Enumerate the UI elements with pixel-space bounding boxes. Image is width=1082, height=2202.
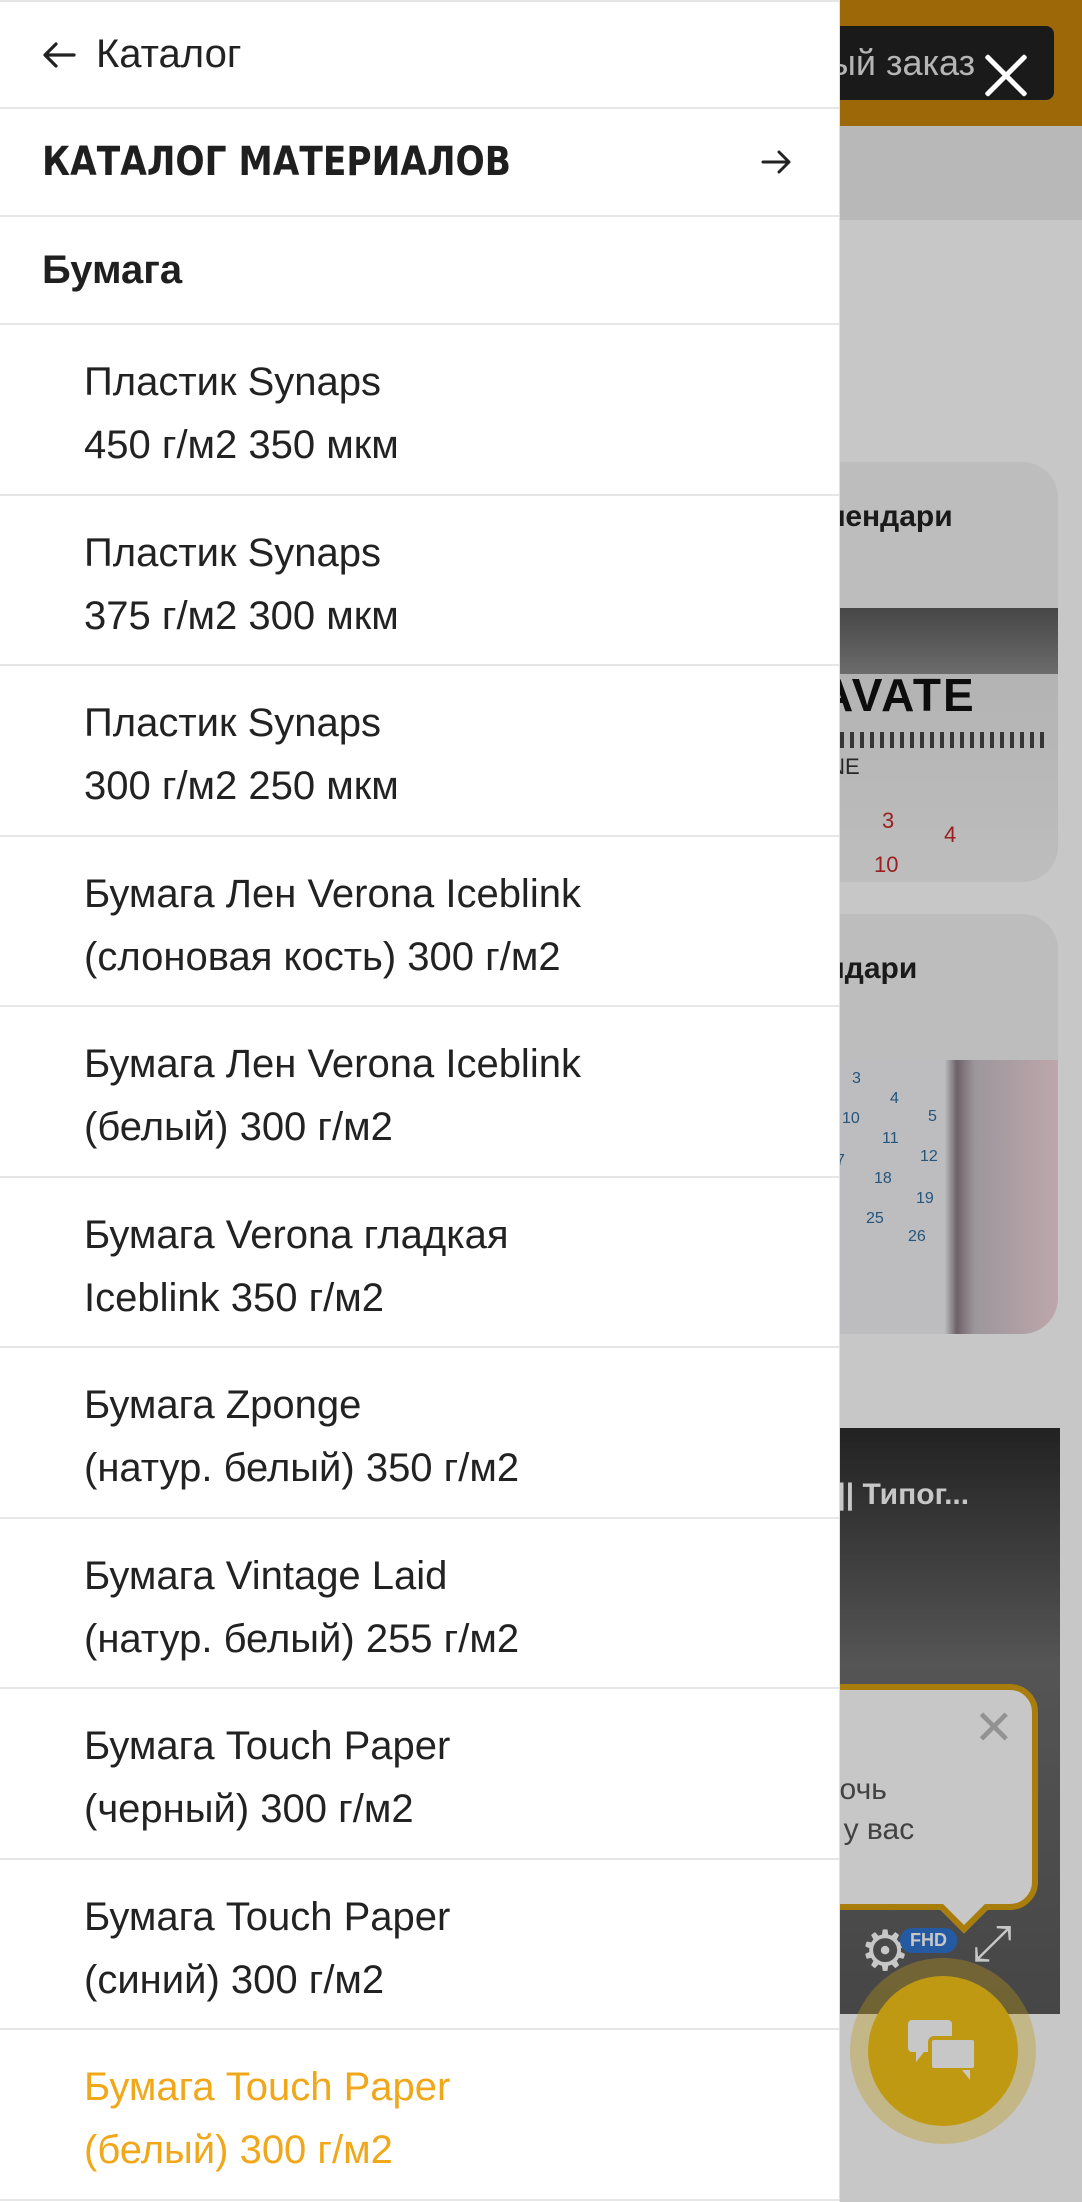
list-item-label: Бумага Zponge <box>84 1383 362 1427</box>
back-button-label: Каталог <box>96 32 242 76</box>
list-item-label: 450 г/м2 350 мкм <box>84 423 399 467</box>
list-item-label: Бумага Touch Paper <box>84 1894 451 1939</box>
list-item-label: 375 г/м2 300 мкм <box>84 593 399 638</box>
list-item[interactable]: Бумага Verona гладкая Iceblink 350 г/м2 <box>0 1178 839 1348</box>
list-item[interactable]: Пластик Synaps 450 г/м2 350 мкм <box>0 325 839 496</box>
list-item[interactable]: Бумага Touch Paper (черный) 300 г/м2 <box>0 1689 839 1860</box>
list-item-label: (черный) 300 г/м2 <box>84 1787 414 1831</box>
list-item-label: Пластик Synaps <box>84 530 382 575</box>
list-item-label: (натур. белый) 255 г/м2 <box>84 1616 520 1661</box>
list-item-label: Бумага Verona гладкая <box>84 1212 509 1257</box>
list-item[interactable]: Пластик Synaps 300 г/м2 250 мкм <box>0 666 839 837</box>
material-list: Пластик Synaps 450 г/м2 350 мкм Пластик Sy… <box>0 325 839 2201</box>
list-item-label: Бумага Touch Paper <box>84 1724 451 1768</box>
list-item[interactable]: Пластик Synaps 375 г/м2 300 мкм <box>0 496 839 666</box>
list-item-label: (натур. белый) 350 г/м2 <box>84 1446 520 1490</box>
section-paper[interactable]: Бумага <box>0 217 839 325</box>
list-item-label: Пластик Synaps <box>84 701 382 745</box>
list-item[interactable]: Бумага Touch Paper (белый) 300 г/м2 <box>0 2030 839 2201</box>
list-item-label: Бумага Лен Verona Iceblink <box>84 871 581 916</box>
arrow-right-icon <box>761 147 797 177</box>
section-title: Бумага <box>42 247 183 292</box>
list-item[interactable]: Бумага Vintage Laid (натур. белый) 255 г/… <box>0 1519 839 1689</box>
list-item-label: (белый) 300 г/м2 <box>84 1105 393 1149</box>
arrow-left-icon <box>42 40 82 70</box>
list-item-label: Бумага Vintage Laid <box>84 1553 448 1598</box>
list-item-label: Пластик Synaps <box>84 360 382 404</box>
list-item-label: (белый) 300 г/м2 <box>84 2128 393 2172</box>
list-item[interactable]: Бумага Лен Verona Iceblink (слоновая кост… <box>0 837 839 1007</box>
list-item-label: (синий) 300 г/м2 <box>84 1957 385 2002</box>
list-item-label: Iceblink 350 г/м2 <box>84 1275 385 1320</box>
catalog-drawer: Каталог КАТАЛОГ МАТЕРИАЛОВ Бумага Пласти… <box>0 0 840 2202</box>
list-item[interactable]: Бумага Touch Paper (синий) 300 г/м2 <box>0 1860 839 2030</box>
back-button[interactable]: Каталог <box>0 0 839 109</box>
list-item-label: Бумага Лен Verona Iceblink <box>84 1042 581 1086</box>
list-item-label: (слоновая кость) 300 г/м2 <box>84 934 561 979</box>
list-item-label: Бумага Touch Paper <box>84 2065 451 2109</box>
list-item[interactable]: Бумага Zponge (натур. белый) 350 г/м2 <box>0 1348 839 1519</box>
list-item[interactable]: Бумага Лен Verona Iceblink (белый) 300 г/… <box>0 1007 839 1178</box>
close-icon[interactable] <box>976 46 1036 106</box>
list-item-label: 300 г/м2 250 мкм <box>84 764 399 808</box>
catalog-materials-link[interactable]: КАТАЛОГ МАТЕРИАЛОВ <box>0 109 839 217</box>
catalog-materials-label: КАТАЛОГ МАТЕРИАЛОВ <box>42 139 512 185</box>
